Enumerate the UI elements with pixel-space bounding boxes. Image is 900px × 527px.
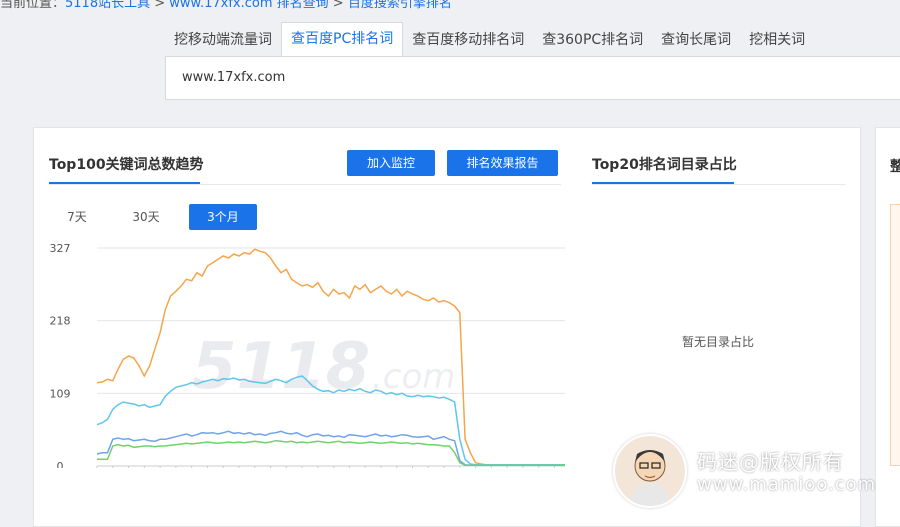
watermark-cn: 码迷@版权所有 <box>697 450 844 474</box>
period-30-days[interactable]: 30天 <box>124 204 168 230</box>
tab-long-tail[interactable]: 查询长尾词 <box>652 24 740 56</box>
breadcrumb-link-rank[interactable]: www.17xfx.com 排名查询 <box>169 0 328 11</box>
partial-card: 整 <box>875 127 900 527</box>
dir-ratio-title: Top20排名词目录占比 <box>592 157 737 173</box>
breadcrumb-sep: > <box>328 0 348 11</box>
trend-title: Top100关键词总数趋势 <box>49 157 204 173</box>
tab-related-words[interactable]: 挖相关词 <box>740 24 814 56</box>
breadcrumb-sep: > <box>150 0 170 11</box>
divider <box>592 184 846 185</box>
y-tick-label: 109 <box>50 387 71 400</box>
y-tick-label: 0 <box>57 460 64 468</box>
partial-card-title: 整 <box>890 159 900 175</box>
partial-card-panel <box>890 204 900 466</box>
tab-360-pc[interactable]: 查360PC排名词 <box>533 24 652 56</box>
dir-ratio-empty-text: 暂无目录占比 <box>682 335 755 349</box>
breadcrumb-link-tools[interactable]: 5118站长工具 <box>65 0 150 11</box>
series-line-2 <box>96 430 565 467</box>
url-input[interactable] <box>180 69 784 86</box>
series-line-3 <box>97 439 565 467</box>
breadcrumb-link-baidu[interactable]: 百度搜索引擎排名 <box>348 0 452 11</box>
watermark-avatar-icon <box>613 434 687 508</box>
tab-baidu-mobile[interactable]: 查百度移动排名词 <box>403 24 533 56</box>
breadcrumb-prefix: 当前位置： <box>0 0 66 11</box>
period-7-days[interactable]: 7天 <box>56 204 98 230</box>
tab-baidu-pc[interactable]: 查百度PC排名词 <box>281 22 404 56</box>
watermark-url: www.mamioo.com <box>697 474 877 495</box>
watermark-logo-suffix: .com <box>372 357 455 397</box>
y-tick-label: 218 <box>50 315 71 328</box>
tab-mobile-traffic[interactable]: 挖移动端流量词 <box>165 24 281 56</box>
url-field <box>165 56 900 100</box>
trend-chart: 5118.com010921832711/2312/0412/1512/2601… <box>50 242 565 468</box>
y-tick-label: 327 <box>50 242 71 255</box>
breadcrumb: 当前位置：5118站长工具 > www.17xfx.com 排名查询 > 百度搜… <box>0 0 452 11</box>
period-3-months[interactable]: 3个月 <box>189 204 257 230</box>
rank-report-button[interactable]: 排名效果报告 <box>447 150 558 176</box>
divider <box>49 184 561 185</box>
add-monitor-button[interactable]: 加入监控 <box>347 150 435 176</box>
tab-bar: 挖移动端流量词 查百度PC排名词 查百度移动排名词 查360PC排名词 查询长尾… <box>165 22 900 56</box>
